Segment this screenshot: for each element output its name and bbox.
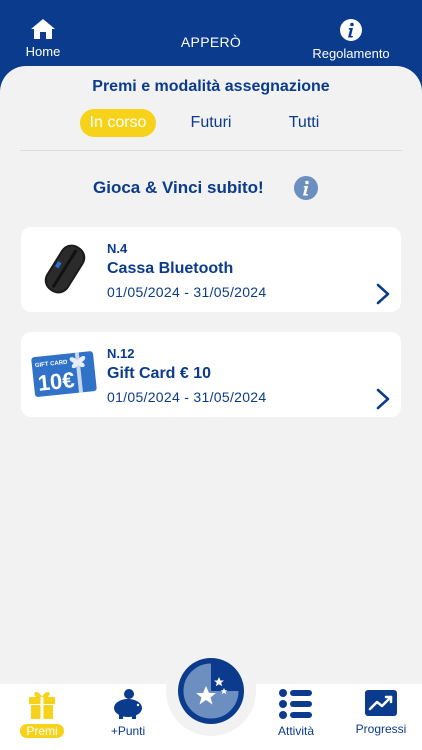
filter-tabs: In corso Futuri Tutti <box>0 109 422 139</box>
main-content: Premi e modalità assegnazione In corso F… <box>0 66 422 684</box>
prize-number: N.12 <box>107 346 135 361</box>
trend-chart-icon <box>365 690 397 716</box>
rules-button[interactable]: Regolamento <box>306 18 396 61</box>
tab-tutti[interactable]: Tutti <box>280 109 328 137</box>
game-title: Gioca & Vinci subito! <box>93 178 264 197</box>
bluetooth-speaker-image <box>44 244 86 294</box>
play-button[interactable] <box>178 658 244 724</box>
piggy-bank-icon <box>114 689 142 719</box>
nav-label: Premi <box>20 724 64 738</box>
tab-futuri[interactable]: Futuri <box>183 109 239 137</box>
svg-text:10€: 10€ <box>37 367 76 396</box>
list-icon <box>279 689 312 719</box>
nav-label: +Punti <box>110 724 146 738</box>
prize-name: Cassa Bluetooth <box>107 260 234 277</box>
prize-name: Gift Card € 10 <box>107 365 212 382</box>
nav-label: Progressi <box>355 722 407 736</box>
prize-number: N.4 <box>107 241 128 256</box>
nav-label: Attività <box>277 724 314 738</box>
nav-punti[interactable]: +Punti <box>100 688 156 738</box>
gift-card-image: GIFT CARD 10€ <box>31 351 97 397</box>
tab-in-corso[interactable]: In corso <box>80 109 156 137</box>
game-title-row: Gioca & Vinci subito! <box>0 174 422 202</box>
game-info-button[interactable] <box>294 176 318 200</box>
prize-card[interactable]: N.4 Cassa Bluetooth 01/05/2024 - 31/05/2… <box>21 227 401 312</box>
info-icon <box>340 19 362 41</box>
section-title: Premi e modalità assegnazione <box>92 78 330 95</box>
chevron-right-icon <box>376 388 390 410</box>
prize-dates: 01/05/2024 - 31/05/2024 <box>107 284 267 300</box>
prize-card[interactable]: GIFT CARD 10€ N.12 Gift Card € 10 01/05/… <box>21 332 401 417</box>
divider <box>20 150 402 151</box>
stars-play-icon <box>180 660 242 722</box>
nav-attivita[interactable]: Attività <box>268 688 324 738</box>
chevron-right-icon <box>376 283 390 305</box>
info-icon <box>303 180 309 196</box>
nav-premi[interactable]: Premi <box>18 688 66 738</box>
gift-icon <box>29 692 55 719</box>
rules-label: Regolamento <box>312 46 390 61</box>
prize-dates: 01/05/2024 - 31/05/2024 <box>107 389 267 405</box>
nav-progressi[interactable]: Progressi <box>346 688 416 736</box>
